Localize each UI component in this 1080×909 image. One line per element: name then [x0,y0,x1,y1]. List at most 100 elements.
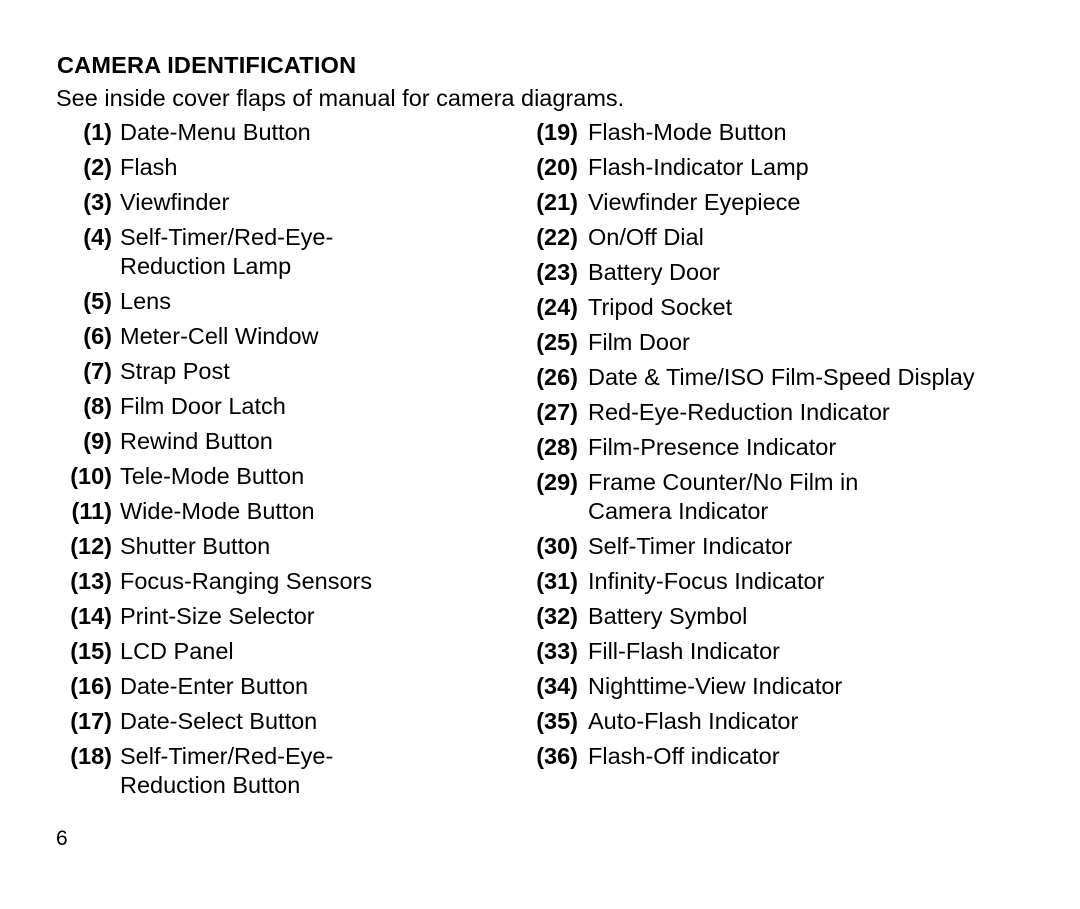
list-item-label: Flash-Indicator Lamp [588,154,809,180]
list-item: (10) Tele-Mode Button [56,462,496,491]
list-item-number: (30) [536,533,578,559]
list-item: (12) Shutter Button [56,532,496,561]
list-item-number: (24) [536,294,578,320]
list-item-number: (25) [536,329,578,355]
list-item: (17) Date-Select Button [56,707,496,736]
list-item-label: Fill-Flash Indicator [588,638,780,664]
list-item: (20) Flash-Indicator Lamp [522,153,1042,182]
list-item-label: Rewind Button [120,428,273,454]
list-item-label: Nighttime-View Indicator [588,673,843,699]
list-item: (24) Tripod Socket [522,293,1042,322]
list-item-number: (17) [70,708,112,734]
list-item-label: Tripod Socket [588,294,733,320]
list-item-label: Meter-Cell Window [120,323,319,349]
list-item: (30) Self-Timer Indicator [522,532,1042,561]
list-item-number: (34) [536,673,578,699]
list-item-label: Date & Time/ISO Film-Speed Display [588,364,975,390]
list-item-number: (14) [70,603,112,629]
list-item-number: (26) [536,364,578,390]
list-item: (7) Strap Post [56,357,496,386]
list-item-label: Flash [120,154,178,180]
list-item-number: (33) [536,638,578,664]
page-number: 6 [56,827,68,850]
list-item-label: Film-Presence Indicator [588,434,837,460]
list-item-number: (27) [536,399,578,425]
list-item-number: (16) [70,673,112,699]
page-title: CAMERA IDENTIFICATION [57,52,357,78]
list-item-number: (4) [83,224,112,250]
list-item-number: (3) [83,189,112,215]
list-item-number: (13) [70,568,112,594]
list-item-label: Strap Post [120,358,230,384]
identification-list-left-column: (1) Date-Menu Button (2) Flash (3) Viewfinder… [56,118,496,806]
list-item-label: Date-Enter Button [120,673,309,699]
list-item: (11) Wide-Mode Button [56,497,496,526]
list-item-label: Tele-Mode Button [120,463,305,489]
list-item: (3) Viewfinder [56,188,496,217]
list-item-number: (11) [71,498,113,524]
list-item-number: (23) [536,259,578,285]
list-item: (9) Rewind Button [56,427,496,456]
list-item: (33) Fill-Flash Indicator [522,637,1042,666]
list-item-label: Red-Eye-Reduction Indicator [588,399,890,425]
list-item-label: Shutter Button [120,533,271,559]
list-item: (22) On/Off Dial [522,223,1042,252]
list-item-label: LCD Panel [120,638,234,664]
list-item-number: (36) [536,743,578,769]
list-item-number: (21) [536,189,578,215]
page-subtitle: See inside cover flaps of manual for cam… [56,85,625,111]
list-item: (28) Film-Presence Indicator [522,433,1042,462]
list-item: (18) Self-Timer/Red-Eye- Reduction Button [56,742,496,800]
list-item: (29) Frame Counter/No Film in Camera Indi… [522,468,1042,526]
list-item-number: (5) [83,288,112,314]
list-item-label: Battery Door [588,259,720,285]
list-item-number: (6) [83,323,112,349]
list-item: (19) Flash-Mode Button [522,118,1042,147]
identification-list-right-column: (19) Flash-Mode Button (20) Flash-Indicator… [522,118,1042,777]
list-item: (27) Red-Eye-Reduction Indicator [522,398,1042,427]
list-item-number: (35) [536,708,578,734]
list-item: (21) Viewfinder Eyepiece [522,188,1042,217]
list-item-label: Film Door [588,329,690,355]
list-item-label: Frame Counter/No Film in Camera Indicato… [588,469,859,524]
list-item-number: (28) [536,434,578,460]
list-item-number: (12) [70,533,112,559]
list-item-number: (22) [536,224,578,250]
list-item: (31) Infinity-Focus Indicator [522,567,1042,596]
list-item-label: Film Door Latch [120,393,286,419]
list-item: (23) Battery Door [522,258,1042,287]
list-item: (36) Flash-Off indicator [522,742,1042,771]
list-item-number: (1) [83,119,112,145]
list-item-label: Self-Timer/Red-Eye- Reduction Lamp [120,224,334,279]
list-item-label: Print-Size Selector [120,603,315,629]
list-item-number: (10) [70,463,112,489]
list-item-number: (20) [536,154,578,180]
list-item-label: Viewfinder [120,189,230,215]
list-item: (1) Date-Menu Button [56,118,496,147]
list-item-number: (9) [83,428,112,454]
list-item-number: (29) [536,469,578,495]
list-item: (2) Flash [56,153,496,182]
list-item-label: Self-Timer Indicator [588,533,793,559]
list-item-label: On/Off Dial [588,224,704,250]
list-item: (15) LCD Panel [56,637,496,666]
list-item-number: (18) [70,743,112,769]
list-item: (5) Lens [56,287,496,316]
manual-page: CAMERA IDENTIFICATION See inside cover f… [0,0,1080,909]
list-item-label: Viewfinder Eyepiece [588,189,801,215]
list-item: (35) Auto-Flash Indicator [522,707,1042,736]
list-item-number: (15) [70,638,112,664]
list-item-label: Lens [120,288,171,314]
list-item: (4) Self-Timer/Red-Eye- Reduction Lamp [56,223,496,281]
list-item-number: (19) [536,119,578,145]
list-item-label: Wide-Mode Button [120,498,315,524]
list-item-label: Date-Menu Button [120,119,311,145]
list-item: (32) Battery Symbol [522,602,1042,631]
list-item-number: (2) [83,154,112,180]
list-item-number: (8) [83,393,112,419]
list-item-number: (32) [536,603,578,629]
list-item: (8) Film Door Latch [56,392,496,421]
list-item: (25) Film Door [522,328,1042,357]
list-item: (14) Print-Size Selector [56,602,496,631]
list-item-label: Flash-Off indicator [588,743,780,769]
